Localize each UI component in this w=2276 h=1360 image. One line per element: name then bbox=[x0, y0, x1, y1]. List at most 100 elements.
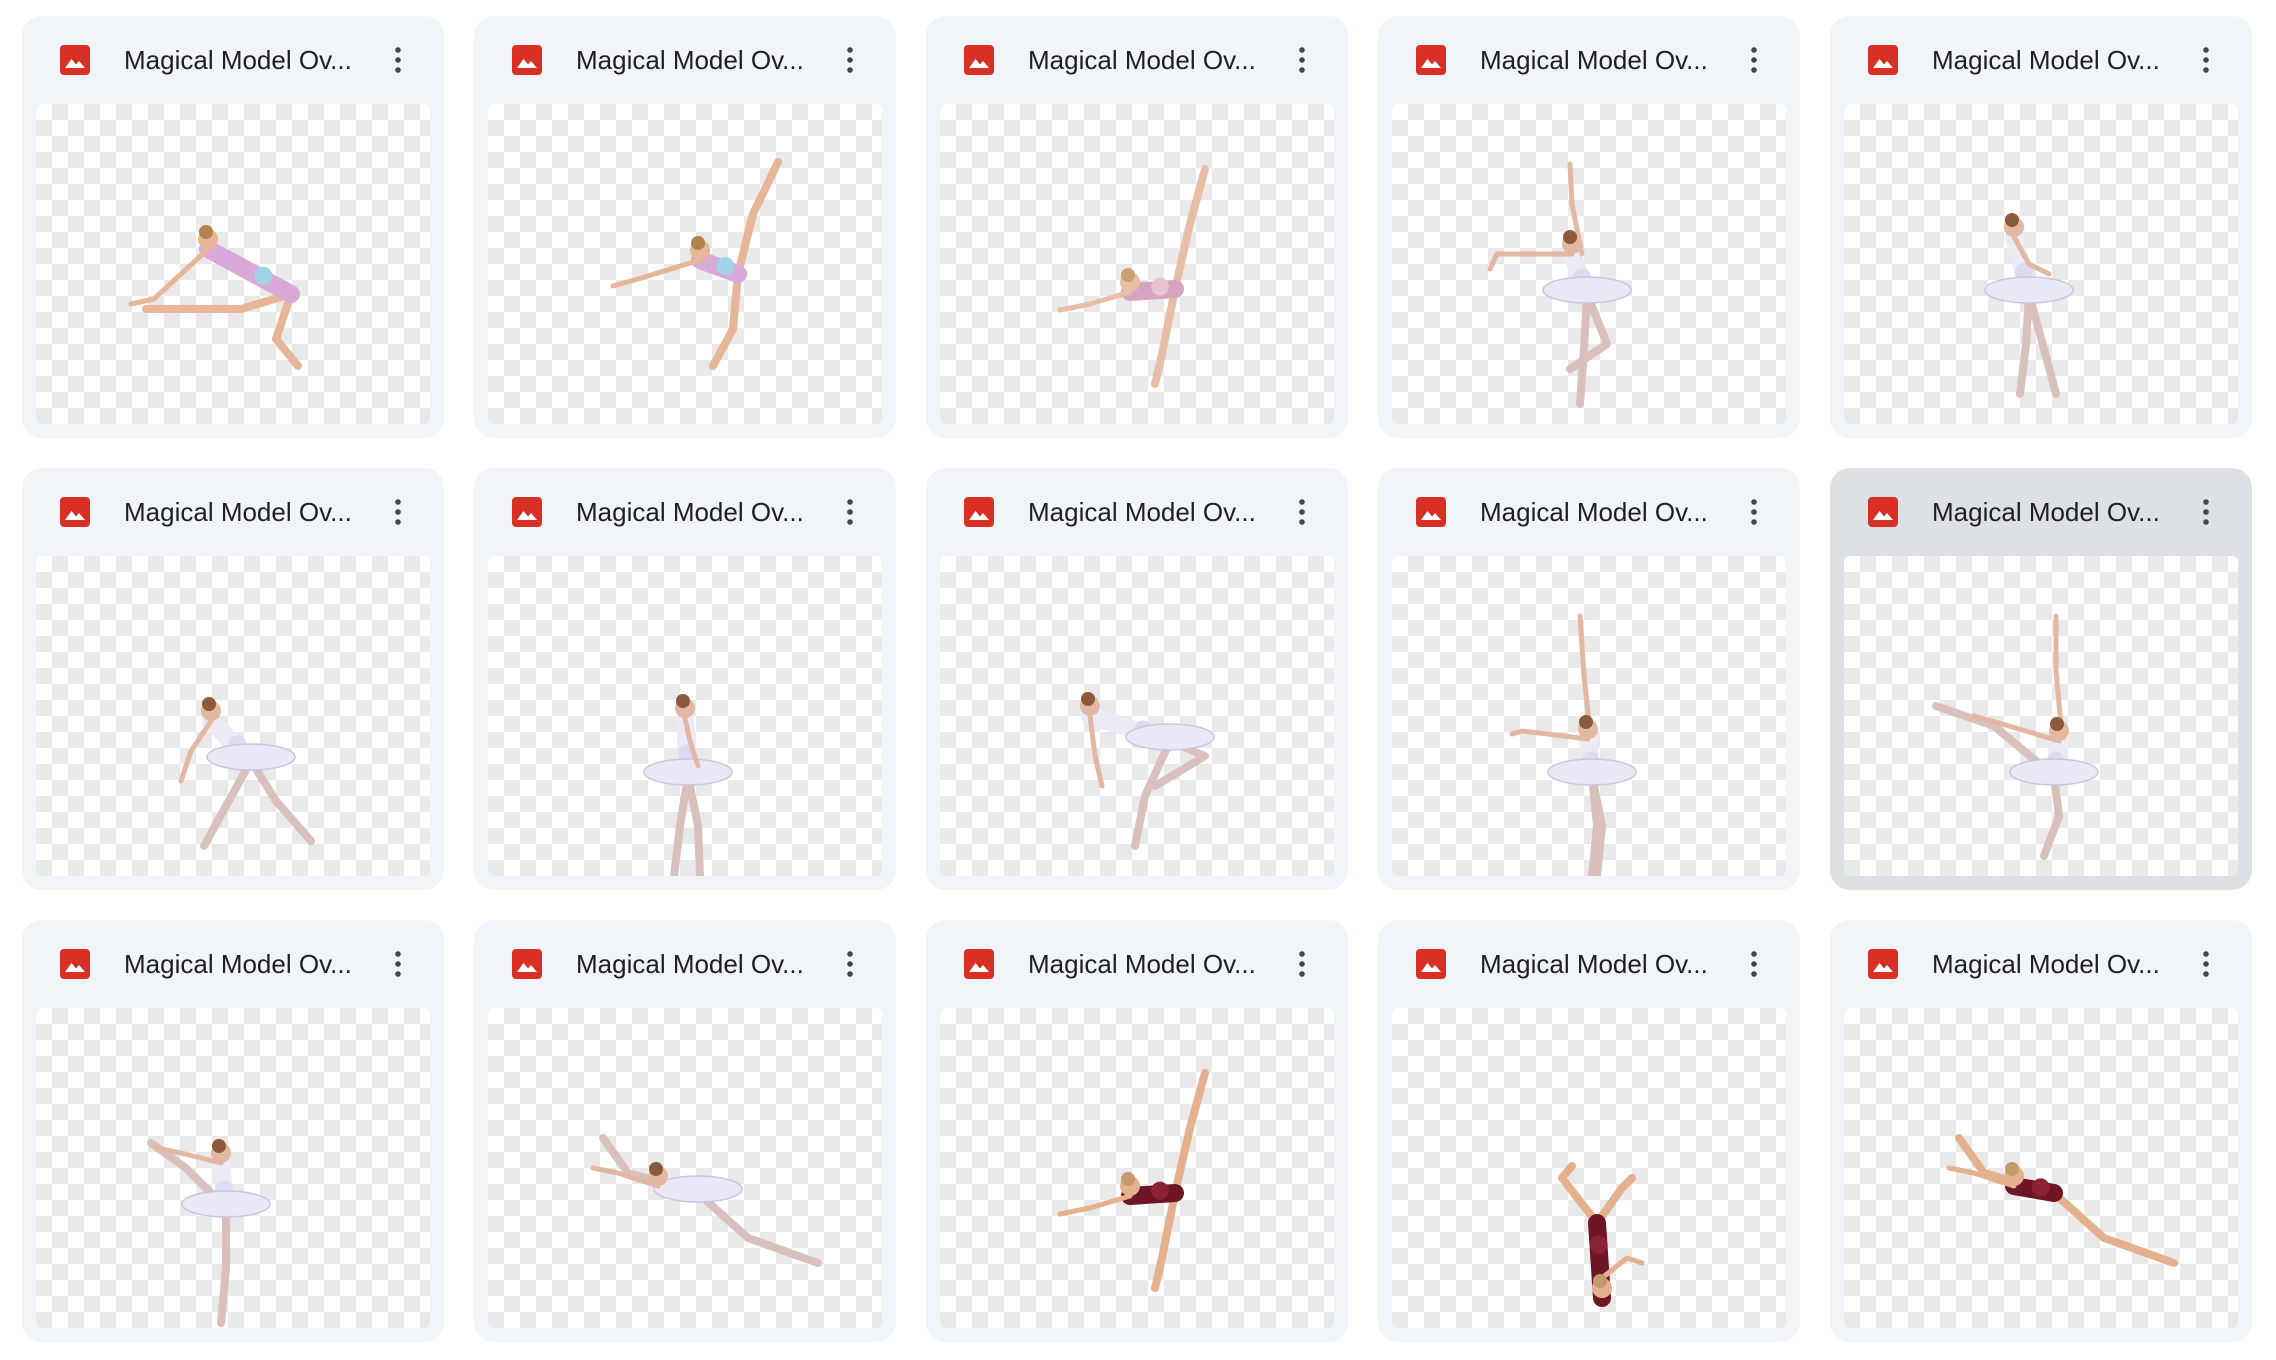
file-card[interactable]: Magical Model Ov... bbox=[474, 920, 896, 1342]
dancer-photo bbox=[1984, 213, 2074, 398]
file-card[interactable]: Magical Model Ov... bbox=[22, 920, 444, 1342]
more-vert-icon bbox=[395, 951, 401, 977]
more-actions-button[interactable] bbox=[826, 940, 874, 988]
more-vert-icon bbox=[1299, 499, 1305, 525]
file-name[interactable]: Magical Model Ov... bbox=[1028, 494, 1278, 530]
file-card[interactable]: Magical Model Ov... bbox=[474, 468, 896, 890]
file-card[interactable]: Magical Model Ov... bbox=[22, 468, 444, 890]
image-thumbnail[interactable] bbox=[1844, 1008, 2238, 1328]
more-actions-button[interactable] bbox=[826, 36, 874, 84]
more-actions-button[interactable] bbox=[2182, 36, 2230, 84]
file-card-header: Magical Model Ov... bbox=[22, 920, 444, 1008]
file-card[interactable]: Magical Model Ov... bbox=[926, 468, 1348, 890]
more-actions-button[interactable] bbox=[1278, 940, 1326, 988]
image-thumbnail[interactable] bbox=[488, 556, 882, 876]
file-card-header: Magical Model Ov... bbox=[22, 468, 444, 556]
image-thumbnail[interactable] bbox=[488, 1008, 882, 1328]
file-name[interactable]: Magical Model Ov... bbox=[1028, 946, 1278, 982]
image-thumbnail[interactable] bbox=[1392, 556, 1786, 876]
image-thumbnail[interactable] bbox=[36, 104, 430, 424]
dancer-photo bbox=[1932, 613, 2099, 860]
file-card[interactable]: Magical Model Ov... bbox=[1378, 920, 1800, 1342]
file-name[interactable]: Magical Model Ov... bbox=[576, 42, 826, 78]
more-vert-icon bbox=[395, 47, 401, 73]
image-thumbnail[interactable] bbox=[940, 556, 1334, 876]
more-actions-button[interactable] bbox=[826, 488, 874, 536]
image-file-icon bbox=[511, 496, 543, 528]
dancer-photo bbox=[1558, 1162, 1645, 1307]
dancer-photo bbox=[1080, 692, 1215, 850]
file-name[interactable]: Magical Model Ov... bbox=[1932, 494, 2182, 530]
image-file-icon bbox=[1415, 44, 1447, 76]
more-actions-button[interactable] bbox=[1730, 488, 1778, 536]
image-thumbnail[interactable] bbox=[1844, 104, 2238, 424]
more-vert-icon bbox=[1751, 47, 1757, 73]
dancer-photo bbox=[610, 158, 782, 370]
image-thumbnail[interactable] bbox=[36, 1008, 430, 1328]
file-name[interactable]: Magical Model Ov... bbox=[124, 946, 374, 982]
file-card-header: Magical Model Ov... bbox=[474, 468, 896, 556]
file-card-header: Magical Model Ov... bbox=[1830, 468, 2252, 556]
file-name[interactable]: Magical Model Ov... bbox=[1480, 946, 1730, 982]
more-actions-button[interactable] bbox=[374, 488, 422, 536]
file-card-header: Magical Model Ov... bbox=[1830, 16, 2252, 104]
image-thumbnail[interactable] bbox=[1392, 1008, 1786, 1328]
file-card[interactable]: Magical Model Ov... bbox=[1378, 16, 1800, 438]
file-card[interactable]: Magical Model Ov... bbox=[1830, 16, 2252, 438]
more-vert-icon bbox=[2203, 499, 2209, 525]
file-name[interactable]: Magical Model Ov... bbox=[1028, 42, 1278, 78]
file-name[interactable]: Magical Model Ov... bbox=[1480, 42, 1730, 78]
dancer-photo bbox=[590, 1134, 822, 1267]
image-thumbnail[interactable] bbox=[940, 104, 1334, 424]
file-name[interactable]: Magical Model Ov... bbox=[1932, 946, 2182, 982]
file-card[interactable]: Magical Model Ov... bbox=[22, 16, 444, 438]
dancer-photo bbox=[1946, 1134, 2178, 1267]
image-file-icon bbox=[59, 496, 91, 528]
image-thumbnail[interactable] bbox=[36, 556, 430, 876]
image-file-icon bbox=[1867, 496, 1899, 528]
file-name[interactable]: Magical Model Ov... bbox=[124, 42, 374, 78]
more-actions-button[interactable] bbox=[1278, 488, 1326, 536]
more-actions-button[interactable] bbox=[1730, 940, 1778, 988]
image-file-icon bbox=[1415, 496, 1447, 528]
file-card-header: Magical Model Ov... bbox=[926, 468, 1348, 556]
more-vert-icon bbox=[2203, 47, 2209, 73]
image-thumbnail[interactable] bbox=[1392, 104, 1786, 424]
file-card[interactable]: Magical Model Ov... bbox=[474, 16, 896, 438]
file-card-header: Magical Model Ov... bbox=[1378, 468, 1800, 556]
more-actions-button[interactable] bbox=[2182, 488, 2230, 536]
file-name[interactable]: Magical Model Ov... bbox=[1932, 42, 2182, 78]
file-card-header: Magical Model Ov... bbox=[926, 16, 1348, 104]
image-file-icon bbox=[1867, 948, 1899, 980]
more-vert-icon bbox=[1751, 951, 1757, 977]
file-card[interactable]: Magical Model Ov... bbox=[926, 16, 1348, 438]
more-actions-button[interactable] bbox=[374, 36, 422, 84]
file-card[interactable]: Magical Model Ov... bbox=[1830, 920, 2252, 1342]
file-name[interactable]: Magical Model Ov... bbox=[124, 494, 374, 530]
file-card[interactable]: Magical Model Ov... bbox=[926, 920, 1348, 1342]
file-card-header: Magical Model Ov... bbox=[474, 920, 896, 1008]
image-thumbnail[interactable] bbox=[1844, 556, 2238, 876]
image-file-icon bbox=[59, 948, 91, 980]
image-thumbnail[interactable] bbox=[488, 104, 882, 424]
file-name[interactable]: Magical Model Ov... bbox=[576, 494, 826, 530]
image-thumbnail[interactable] bbox=[940, 1008, 1334, 1328]
dancer-photo bbox=[147, 1139, 271, 1327]
more-vert-icon bbox=[1299, 951, 1305, 977]
file-card[interactable]: Magical Model Ov... bbox=[1378, 468, 1800, 890]
more-vert-icon bbox=[1299, 47, 1305, 73]
file-name[interactable]: Magical Model Ov... bbox=[576, 946, 826, 982]
file-name[interactable]: Magical Model Ov... bbox=[1480, 494, 1730, 530]
more-vert-icon bbox=[395, 499, 401, 525]
more-vert-icon bbox=[847, 47, 853, 73]
more-actions-button[interactable] bbox=[374, 940, 422, 988]
dancer-photo bbox=[643, 694, 733, 876]
file-card-header: Magical Model Ov... bbox=[1378, 920, 1800, 1008]
file-card[interactable]: Magical Model Ov... bbox=[1830, 468, 2252, 890]
more-actions-button[interactable] bbox=[1278, 36, 1326, 84]
more-actions-button[interactable] bbox=[2182, 940, 2230, 988]
dancer-photo bbox=[1057, 1069, 1209, 1292]
image-file-icon bbox=[59, 44, 91, 76]
image-file-icon bbox=[1867, 44, 1899, 76]
more-actions-button[interactable] bbox=[1730, 36, 1778, 84]
